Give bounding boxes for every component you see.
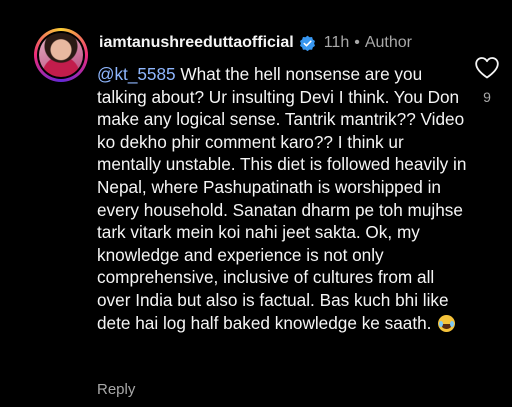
comment-body: What the hell nonsense are you talking a… xyxy=(97,64,467,333)
comment-time: 11h xyxy=(323,34,350,51)
reply-button[interactable]: Reply xyxy=(97,381,135,398)
heart-outline-icon[interactable] xyxy=(474,56,500,80)
author-label: Author xyxy=(364,34,412,51)
verified-badge-icon xyxy=(299,35,315,51)
comment-text: @kt_5585 What the hell nonsense are you … xyxy=(97,63,467,334)
like-count: 9 xyxy=(483,89,491,105)
username[interactable]: iamtanushreeduttaofficial xyxy=(99,34,294,52)
separator-dot: • xyxy=(354,34,360,51)
mention-link[interactable]: @kt_5585 xyxy=(97,64,176,84)
avatar-story-ring[interactable] xyxy=(34,28,88,82)
comment-header: iamtanushreeduttaofficial 11h • Author xyxy=(99,32,412,54)
avatar[interactable] xyxy=(39,33,83,77)
avatar-gap xyxy=(37,31,85,79)
laughing-emoji-icon xyxy=(438,314,456,332)
